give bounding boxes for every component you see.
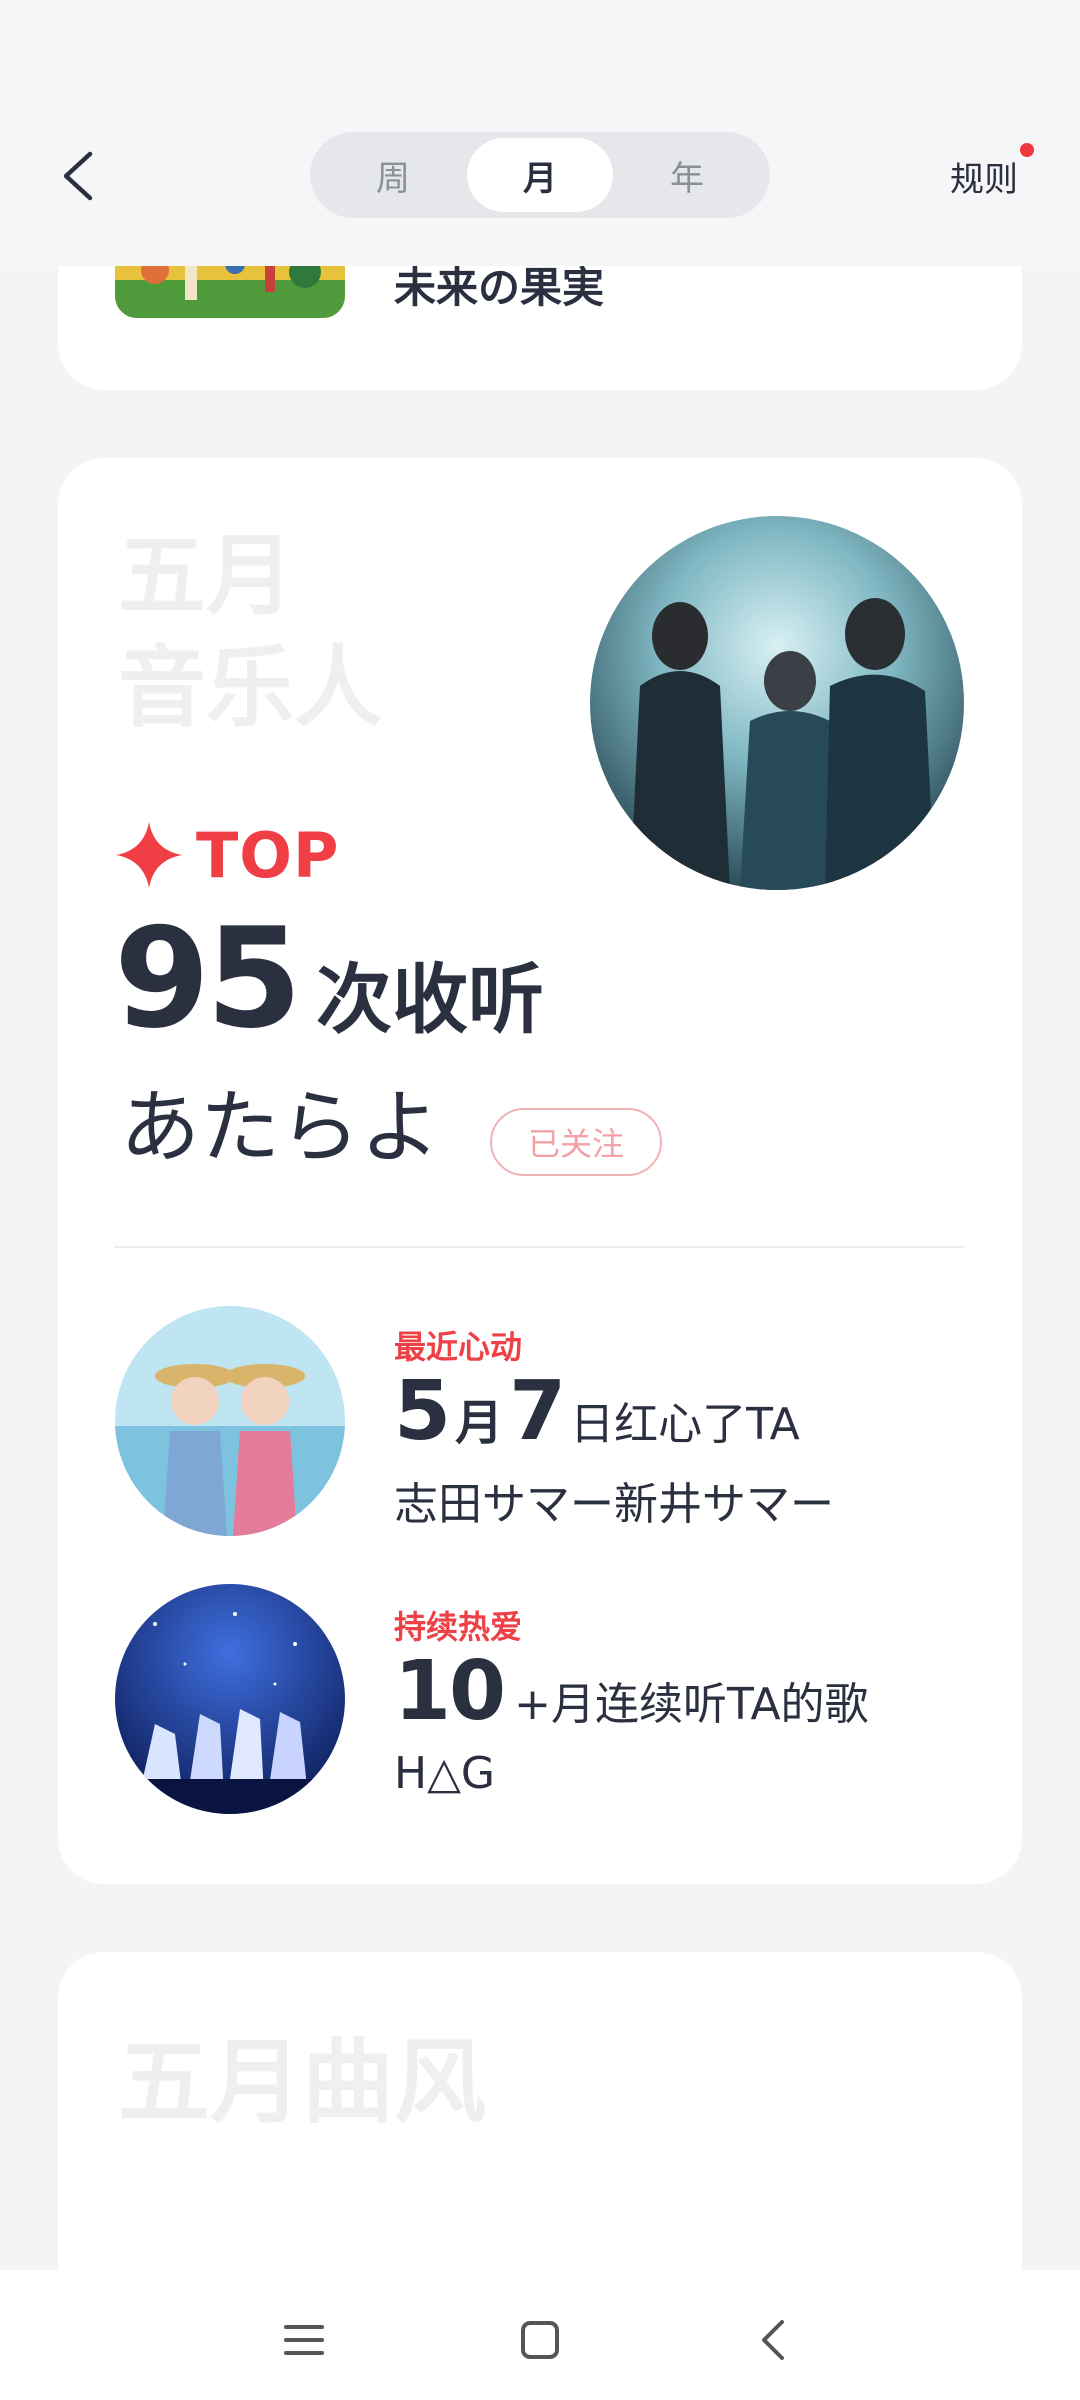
rules-link[interactable]: 规则	[950, 152, 1018, 201]
card-watermark-title: 五月曲风	[118, 2029, 487, 2136]
top-rank-label: TOP	[114, 818, 340, 892]
nav-back-button[interactable]	[744, 2310, 804, 2370]
stat-artist-name[interactable]: H△G	[394, 1748, 495, 1799]
rules-badge-dot	[1020, 143, 1034, 157]
follow-button[interactable]: 已关注	[490, 1108, 662, 1176]
artist-photo[interactable]	[590, 516, 964, 890]
top-text: TOP	[196, 818, 340, 892]
stat-value: 5 月 7 日红心了TA	[394, 1364, 800, 1459]
menu-icon	[284, 2325, 324, 2355]
play-count-label: 次收听	[316, 955, 545, 1044]
system-navigation-bar	[0, 2270, 1080, 2400]
card-watermark-title: 五月 音乐人	[118, 520, 382, 744]
stat-month-unit: 月	[455, 1395, 504, 1451]
play-count-number: 95	[114, 898, 302, 1059]
stat-description: +月连续听TA的歌	[514, 1679, 869, 1730]
menu-button[interactable]	[274, 2310, 334, 2370]
tab-year[interactable]: 年	[614, 138, 760, 212]
stat-tag: 持续热爱	[394, 1608, 523, 1646]
period-switcher: 周 月 年	[310, 132, 770, 218]
watermark-line: 音乐人	[118, 636, 383, 739]
stat-description: 日红心了TA	[570, 1399, 800, 1450]
divider	[114, 1246, 964, 1248]
artist-name[interactable]: あたらよ	[120, 1088, 440, 1168]
stat-day-number: 7	[509, 1364, 566, 1459]
back-arrow-icon	[63, 151, 93, 201]
stat-number: 10	[394, 1644, 506, 1739]
play-count: 95 次收听	[114, 910, 544, 1048]
watermark-line: 五月	[118, 524, 295, 627]
top-bar: 周 月 年 规则	[0, 0, 1080, 266]
stat-value: 10 +月连续听TA的歌	[394, 1644, 869, 1739]
stat-month-number: 5	[394, 1364, 451, 1459]
tab-month[interactable]: 月	[467, 138, 613, 212]
home-square-icon	[521, 2321, 559, 2359]
stat-tag: 最近心动	[394, 1328, 523, 1366]
back-button[interactable]	[52, 146, 112, 206]
home-button[interactable]	[510, 2310, 570, 2370]
nav-back-icon	[762, 2320, 784, 2360]
stat-artist-name[interactable]: 志田サマー新井サマー	[394, 1468, 834, 1532]
tab-week[interactable]: 周	[320, 138, 466, 212]
monthly-artist-card: 五月 音乐人 TOP 95 次收听 あたらよ 已关注 最近心动 5 月 7 日红…	[58, 458, 1022, 1884]
artist-avatar[interactable]	[115, 1306, 345, 1536]
artist-avatar[interactable]	[115, 1584, 345, 1814]
sparkle-star-icon	[116, 822, 182, 888]
